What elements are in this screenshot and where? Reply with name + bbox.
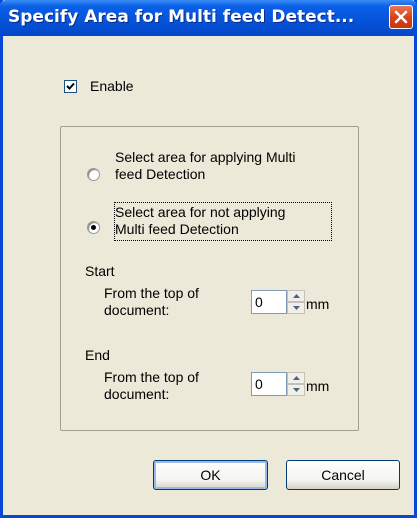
radio-selected-dot bbox=[91, 225, 96, 230]
end-unit-label: mm bbox=[306, 378, 330, 394]
radio-apply-area-label-line1: Select area for applying Multi bbox=[115, 149, 296, 165]
end-field-label-line1: From the top of bbox=[104, 369, 199, 385]
radio-not-apply-area-label-line1: Select area for not applying bbox=[115, 204, 286, 220]
radio-apply-area[interactable] bbox=[87, 168, 100, 181]
start-unit-label: mm bbox=[306, 296, 330, 312]
start-heading: Start bbox=[85, 263, 115, 279]
radio-apply-area-label-line2: feed Detection bbox=[115, 166, 206, 182]
title-bar[interactable]: Specify Area for Multi feed Detect... bbox=[0, 0, 417, 36]
radio-not-apply-area-label-line2: Multi feed Detection bbox=[115, 221, 239, 237]
cancel-button[interactable]: Cancel bbox=[286, 460, 400, 490]
spin-down-arrow-icon bbox=[293, 306, 300, 310]
close-button[interactable] bbox=[389, 5, 413, 29]
ok-button[interactable]: OK bbox=[153, 460, 268, 490]
start-field-label-line2: document: bbox=[104, 302, 170, 318]
end-spinner bbox=[287, 372, 305, 396]
spin-up-arrow-icon bbox=[293, 376, 300, 380]
radio-not-apply-area[interactable] bbox=[87, 221, 100, 234]
spin-down-arrow-icon bbox=[293, 388, 300, 392]
end-spin-down-button[interactable] bbox=[287, 384, 305, 396]
window-title: Specify Area for Multi feed Detect... bbox=[8, 7, 355, 27]
end-value-input[interactable]: 0 bbox=[251, 372, 287, 396]
close-icon bbox=[394, 10, 408, 24]
checkmark-icon bbox=[66, 82, 75, 90]
spin-up-arrow-icon bbox=[293, 294, 300, 298]
start-spin-down-button[interactable] bbox=[287, 302, 305, 314]
end-field-label-line2: document: bbox=[104, 386, 170, 402]
enable-checkbox[interactable] bbox=[64, 80, 77, 93]
start-spin-up-button[interactable] bbox=[287, 290, 305, 302]
start-field-label-line1: From the top of bbox=[104, 285, 199, 301]
enable-label: Enable bbox=[90, 78, 134, 94]
end-spin-up-button[interactable] bbox=[287, 372, 305, 384]
end-heading: End bbox=[85, 347, 110, 363]
start-value-input[interactable]: 0 bbox=[251, 290, 287, 314]
dialog-window: Specify Area for Multi feed Detect... En… bbox=[0, 0, 417, 518]
start-spinner bbox=[287, 290, 305, 314]
